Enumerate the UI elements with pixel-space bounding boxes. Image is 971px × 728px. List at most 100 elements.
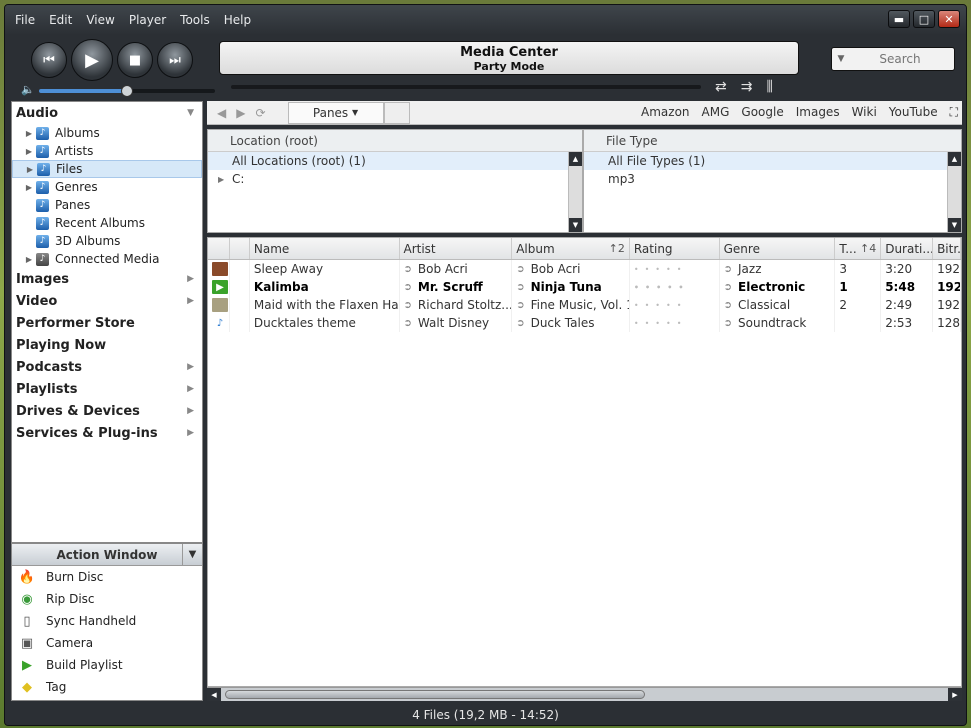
- next-button[interactable]: ⏭: [157, 42, 193, 78]
- table-row[interactable]: ▶ Kalimba ➲ Mr. Scruff ➲ Ninja Tuna ••••• ➲ Elec…: [208, 278, 961, 296]
- tree-item-albums[interactable]: ▶ ♪ Albums: [12, 124, 202, 142]
- column-header-genre[interactable]: Genre: [720, 238, 836, 259]
- play-button[interactable]: ▶: [71, 39, 113, 81]
- file-type-row[interactable]: All File Types (1): [584, 152, 961, 170]
- arrow-circle-icon[interactable]: ➲: [404, 300, 412, 311]
- previous-button[interactable]: ⏮: [31, 42, 67, 78]
- tree-item-3d-albums[interactable]: ♪ 3D Albums: [12, 232, 202, 250]
- action-rip-disc[interactable]: ◉ Rip Disc: [12, 588, 202, 610]
- action-burn-disc[interactable]: 🔥 Burn Disc: [12, 566, 202, 588]
- location-pane-header[interactable]: Location (root): [208, 130, 582, 152]
- tree-item-artists[interactable]: ▶ ♪ Artists: [12, 142, 202, 160]
- close-button[interactable]: ✕: [938, 10, 960, 28]
- search-dropdown-icon[interactable]: ▼: [832, 54, 850, 64]
- minimize-button[interactable]: ▬: [888, 10, 910, 28]
- vertical-scrollbar[interactable]: ▲ ▼: [947, 152, 961, 232]
- tree-item-genres[interactable]: ▶ ♪ Genres: [12, 178, 202, 196]
- menu-help[interactable]: Help: [224, 13, 251, 27]
- rating-cell[interactable]: •••••: [630, 314, 720, 332]
- scrollbar-thumb[interactable]: [225, 690, 645, 699]
- table-row[interactable]: ♪ Ducktales theme ➲ Walt Disney ➲ Duck Tales •…: [208, 314, 961, 332]
- action-tag[interactable]: ◆ Tag: [12, 676, 202, 698]
- link-wiki[interactable]: Wiki: [852, 105, 877, 120]
- rating-dots[interactable]: •••••: [634, 265, 688, 274]
- arrow-circle-icon[interactable]: ➲: [516, 300, 524, 311]
- menu-tools[interactable]: Tools: [180, 13, 210, 27]
- location-row[interactable]: ▶ C:: [208, 170, 582, 188]
- rating-dots[interactable]: •••••: [634, 319, 688, 328]
- action-sync-handheld[interactable]: ▯ Sync Handheld: [12, 610, 202, 632]
- tree-header-podcasts[interactable]: Podcasts ▶: [12, 356, 202, 378]
- link-amazon[interactable]: Amazon: [641, 105, 690, 120]
- seek-bar[interactable]: [231, 85, 701, 89]
- tree-header-playlists[interactable]: Playlists ▶: [12, 378, 202, 400]
- rating-dots[interactable]: •••••: [634, 283, 690, 292]
- action-build-playlist[interactable]: ▶ Build Playlist: [12, 654, 202, 676]
- vertical-scrollbar[interactable]: ▲ ▼: [568, 152, 582, 232]
- tree-item-recent-albums[interactable]: ♪ Recent Albums: [12, 214, 202, 232]
- tree-item-connected-media[interactable]: ▶ ♪ Connected Media: [12, 250, 202, 268]
- volume-knob[interactable]: [121, 85, 133, 97]
- menu-view[interactable]: View: [86, 13, 114, 27]
- arrow-circle-icon[interactable]: ➲: [724, 300, 732, 311]
- scroll-up-icon[interactable]: ▲: [948, 152, 961, 166]
- expand-icon[interactable]: ▶: [23, 165, 37, 174]
- arrow-circle-icon[interactable]: ➲: [516, 318, 524, 329]
- expand-icon[interactable]: ▶: [22, 129, 36, 138]
- toolbar-blank-button[interactable]: [383, 101, 410, 124]
- column-header-bitrate[interactable]: Bitr...: [933, 238, 961, 259]
- scroll-right-icon[interactable]: ▶: [948, 688, 962, 701]
- scroll-down-icon[interactable]: ▼: [948, 218, 961, 232]
- file-type-pane-header[interactable]: File Type: [584, 130, 961, 152]
- expand-icon[interactable]: ▶: [22, 183, 36, 192]
- column-header-status[interactable]: [230, 238, 250, 259]
- shuffle-icon[interactable]: ⇉: [741, 79, 753, 95]
- arrow-circle-icon[interactable]: ➲: [724, 264, 732, 275]
- menu-edit[interactable]: Edit: [49, 13, 72, 27]
- chevron-down-icon[interactable]: ▼: [182, 544, 202, 565]
- column-header-album[interactable]: Album ↑2: [512, 238, 630, 259]
- action-window-header[interactable]: Action Window ▼: [12, 544, 202, 566]
- expand-icon[interactable]: ▶: [22, 255, 36, 264]
- link-amg[interactable]: AMG: [702, 105, 730, 120]
- column-header-name[interactable]: Name: [250, 238, 400, 259]
- repeat-icon[interactable]: ⇄: [715, 79, 727, 95]
- equalizer-icon[interactable]: ⫼: [766, 79, 772, 95]
- speaker-icon[interactable]: 🔈: [21, 83, 35, 96]
- table-row[interactable]: Maid with the Flaxen Hair ➲ Richard Stoltz…: [208, 296, 961, 314]
- file-type-row[interactable]: mp3: [584, 170, 961, 188]
- scroll-down-icon[interactable]: ▼: [569, 218, 582, 232]
- rating-cell[interactable]: •••••: [630, 278, 720, 296]
- rating-cell[interactable]: •••••: [630, 296, 720, 314]
- rating-dots[interactable]: •••••: [634, 301, 688, 310]
- tree-header-drives-devices[interactable]: Drives & Devices ▶: [12, 400, 202, 422]
- arrow-circle-icon[interactable]: ➲: [724, 282, 732, 293]
- action-camera[interactable]: ▣ Camera: [12, 632, 202, 654]
- horizontal-scrollbar[interactable]: ◀ ▶: [207, 687, 962, 701]
- stop-button[interactable]: ■: [117, 42, 153, 78]
- tree-header-video[interactable]: Video ▶: [12, 290, 202, 312]
- scroll-up-icon[interactable]: ▲: [569, 152, 582, 166]
- volume-slider[interactable]: [39, 85, 215, 97]
- table-row[interactable]: Sleep Away ➲ Bob Acri ➲ Bob Acri ••••• ➲ Jazz 3 3…: [208, 260, 961, 278]
- tree-header-services-plug-ins[interactable]: Services & Plug-ins ▶: [12, 422, 202, 444]
- menu-file[interactable]: File: [15, 13, 35, 27]
- search-input[interactable]: [850, 49, 950, 69]
- column-header-thumb[interactable]: [208, 238, 230, 259]
- link-images[interactable]: Images: [796, 105, 840, 120]
- arrow-circle-icon[interactable]: ➲: [724, 318, 732, 329]
- column-header-track[interactable]: T... ↑4: [835, 238, 882, 259]
- link-youtube[interactable]: YouTube: [889, 105, 938, 120]
- column-header-artist[interactable]: Artist: [400, 238, 513, 259]
- link-google[interactable]: Google: [741, 105, 783, 120]
- refresh-icon[interactable]: ⟳: [255, 106, 265, 120]
- menu-player[interactable]: Player: [129, 13, 166, 27]
- tree-header-performer-store[interactable]: Performer Store: [12, 312, 202, 334]
- arrow-circle-icon[interactable]: ➲: [516, 282, 524, 293]
- column-header-duration[interactable]: Durati...: [881, 238, 934, 259]
- arrow-circle-icon[interactable]: ➲: [516, 264, 524, 275]
- tree-header-images[interactable]: Images ▶: [12, 268, 202, 290]
- maximize-button[interactable]: □: [913, 10, 935, 28]
- fullscreen-icon[interactable]: ⛶: [950, 105, 958, 120]
- rating-cell[interactable]: •••••: [630, 260, 720, 278]
